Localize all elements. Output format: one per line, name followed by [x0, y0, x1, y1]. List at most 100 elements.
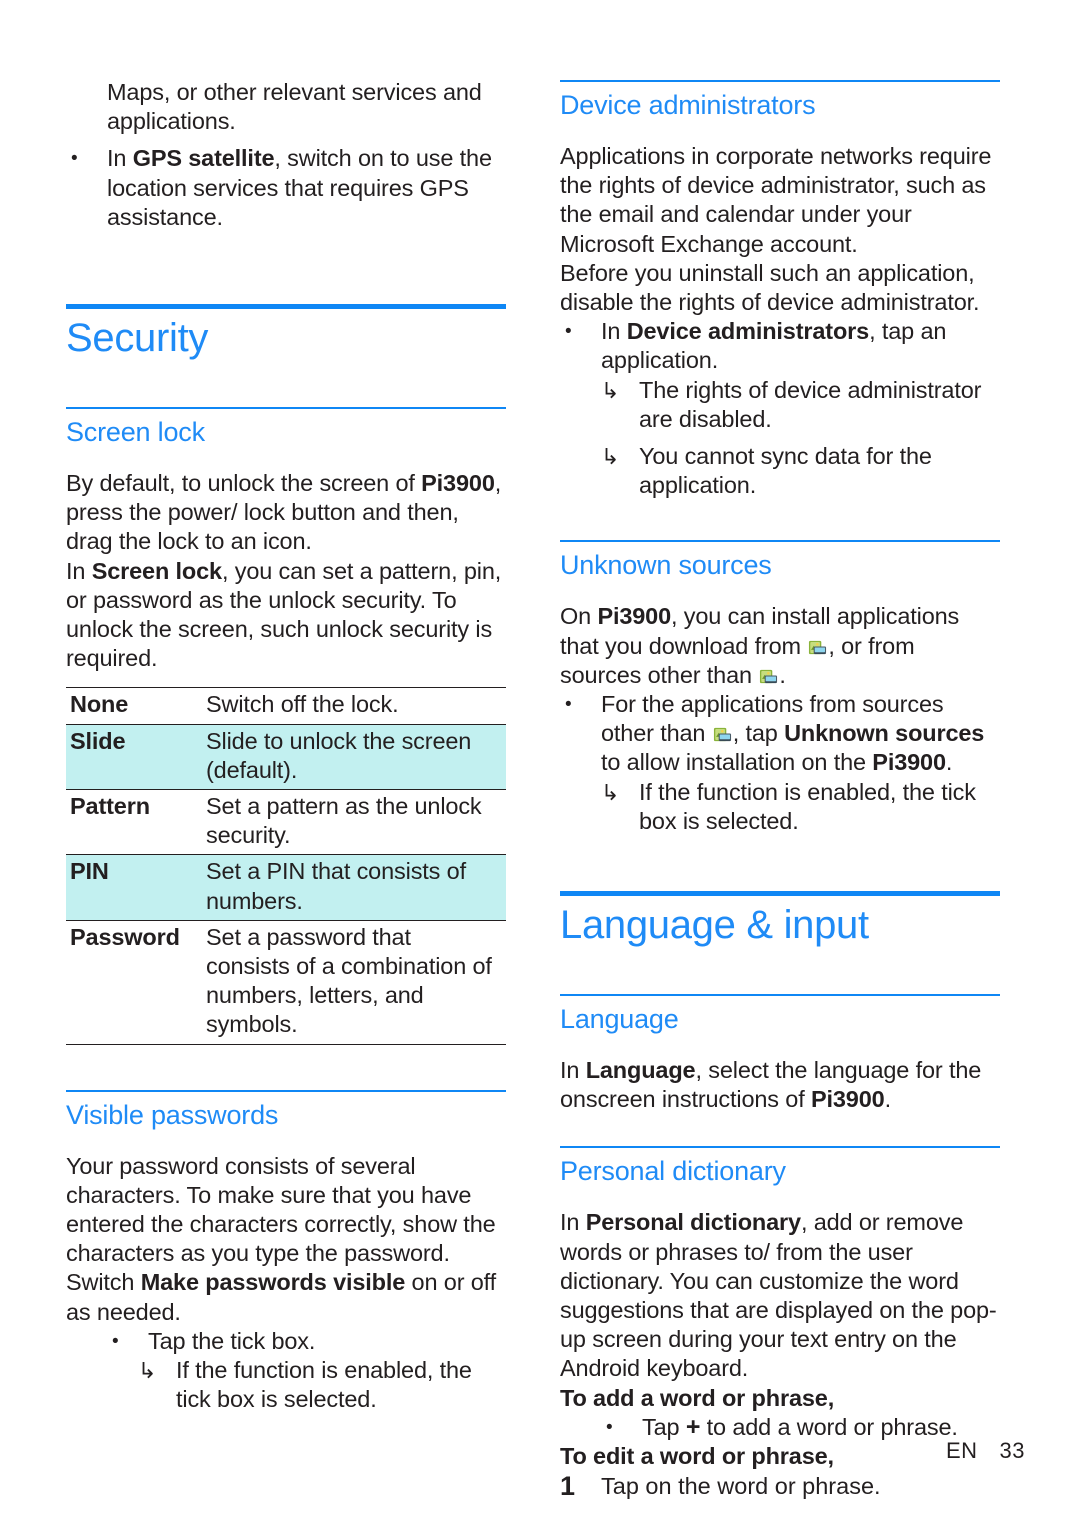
add-prefix: Tap — [642, 1413, 686, 1440]
screen-lock-rule — [66, 407, 506, 410]
bullet-dot-icon: • — [565, 321, 572, 343]
visible-passwords-paragraph: Your password consists of several charac… — [66, 1152, 506, 1327]
table-cell-option: Slide — [66, 723, 200, 790]
footer-language: EN — [945, 1438, 978, 1463]
security-chapter-rule — [66, 304, 506, 310]
personal-dictionary-rule — [560, 1146, 1000, 1149]
left-column: Maps, or other relevant services and app… — [66, 0, 506, 1527]
table-row: None Switch off the lock. — [66, 687, 506, 725]
bullet-dot-icon: • — [112, 1330, 119, 1352]
table-row: PIN Set a PIN that consists of numbers. — [66, 854, 506, 921]
language-input-chapter-rule — [560, 891, 1000, 897]
device-administrators-rule — [560, 80, 1000, 82]
lang-suffix: . — [884, 1086, 892, 1113]
us-b-bold-2: Pi3900 — [872, 749, 946, 776]
unknown-sources-bullet: • For the applications from sources othe… — [560, 690, 1000, 778]
pd-bold: Personal dictionary — [585, 1209, 801, 1236]
table-cell-description: Set a password that consists of a combin… — [200, 919, 506, 1045]
table-cell-description: Slide to unlock the screen (default). — [200, 723, 506, 790]
unknown-sources-heading: Unknown sources — [560, 550, 772, 581]
tick-box-bullet: • Tap the tick box. — [107, 1327, 506, 1356]
sl-p2-bold: Screen lock — [91, 557, 222, 584]
footer-page-number: 33 — [999, 1438, 1025, 1463]
language-rule — [560, 994, 1000, 997]
table-row: Password Set a password that consists of… — [66, 919, 506, 1045]
screen-lock-paragraph-2: In Screen lock, you can set a pattern, p… — [66, 557, 506, 674]
bullet-dot-icon: • — [606, 1416, 613, 1438]
market-store-icon — [759, 664, 778, 683]
device-administrators-paragraph-2: Before you uninstall such an application… — [560, 259, 980, 316]
personal-dictionary-paragraph: In Personal dictionary, add or remove wo… — [560, 1208, 1000, 1383]
tick-box-sub-bullet-text: If the function is enabled, the tick box… — [176, 1357, 472, 1413]
gps-prefix: In — [107, 145, 133, 172]
da-bold: Device administrators — [626, 318, 870, 345]
device-administrators-paragraph-1: Applications in corporate networks requi… — [560, 143, 992, 257]
device-administrators-sub-bullet-2-text: You cannot sync data for the application… — [639, 443, 932, 499]
visible-passwords-rule — [66, 1089, 506, 1092]
add-word-heading: To add a word or phrase, — [560, 1384, 835, 1411]
arrow-hook-icon: ↳ — [138, 1358, 157, 1384]
edit-word-step-1: 1 Tap on the word or phrase. — [560, 1471, 1000, 1501]
right-column: Device administrators Applications in co… — [560, 0, 1000, 1527]
visible-passwords-heading: Visible passwords — [66, 1099, 279, 1130]
edit-word-heading: To edit a word or phrase, — [560, 1443, 834, 1470]
bullet-dot-icon: • — [71, 148, 78, 170]
table-cell-option: Password — [66, 919, 200, 1045]
sl-p2-prefix: In — [66, 557, 92, 584]
unknown-sources-sub-bullet: ↳ If the function is enabled, the tick b… — [601, 778, 1000, 836]
device-administrators-sub-bullet-1-text: The rights of device administrator are d… — [639, 376, 982, 432]
market-store-icon — [808, 635, 827, 654]
table-row: Pattern Set a pattern as the unlock secu… — [66, 789, 506, 855]
arrow-hook-icon: ↳ — [601, 377, 620, 403]
table-cell-option: None — [66, 687, 200, 725]
lang-bold-2: Pi3900 — [810, 1086, 885, 1113]
pd-prefix: In — [560, 1209, 586, 1236]
us-b-text-2: , tap — [732, 720, 785, 747]
add-word-bullet: • Tap + to add a word or phrase. — [601, 1413, 1000, 1442]
tick-box-sub-bullet: ↳ If the function is enabled, the tick b… — [138, 1356, 506, 1414]
empty-marker — [66, 78, 107, 136]
lang-prefix: In — [560, 1057, 586, 1084]
page-footer: EN 33 — [946, 1438, 1025, 1464]
gps-satellite-bullet: • In GPS satellite, switch on to use the… — [66, 144, 506, 232]
personal-dictionary-heading: Personal dictionary — [560, 1156, 786, 1187]
device-administrators-bullet: • In Device administrators, tap an appli… — [560, 317, 1000, 375]
unknown-sources-paragraph: On Pi3900, you can install applications … — [560, 602, 1000, 690]
table-cell-description: Set a PIN that consists of numbers. — [200, 854, 506, 921]
gps-bold-term: GPS satellite — [132, 145, 275, 172]
us-b-text-4: . — [945, 749, 953, 776]
step-number: 1 — [560, 1471, 576, 1502]
unknown-sources-rule — [560, 540, 1000, 543]
plus-icon: + — [685, 1412, 701, 1441]
us-suffix: . — [779, 661, 786, 688]
us-prefix: On — [560, 603, 598, 630]
arrow-hook-icon: ↳ — [601, 444, 620, 470]
us-b-text-3: to allow installation on the — [601, 749, 873, 776]
us-bold: Pi3900 — [597, 603, 672, 630]
two-column-layout: Maps, or other relevant services and app… — [0, 0, 1080, 1527]
screen-lock-heading: Screen lock — [66, 417, 205, 448]
device-administrators-sub-bullet-2: ↳ You cannot sync data for the applicati… — [601, 442, 1000, 500]
bullet-dot-icon: • — [565, 694, 572, 716]
table-cell-option: PIN — [66, 854, 200, 921]
security-chapter-title: Security — [66, 316, 209, 361]
sl-p1-prefix: By default, to unlock the screen of — [66, 470, 422, 497]
gps-satellite-bullet-text: In GPS satellite, switch on to use the l… — [107, 144, 506, 232]
tick-box-bullet-text: Tap the tick box. — [148, 1327, 316, 1354]
language-heading: Language — [560, 1004, 679, 1035]
market-store-icon — [713, 722, 732, 742]
unknown-sources-sub-bullet-text: If the function is enabled, the tick box… — [639, 778, 976, 834]
language-input-chapter-title: Language & input — [560, 903, 869, 948]
us-b-bold: Unknown sources — [784, 720, 985, 747]
arrow-hook-icon: ↳ — [601, 779, 620, 805]
continued-paragraph-row: Maps, or other relevant services and app… — [66, 78, 506, 136]
manual-page: Maps, or other relevant services and app… — [0, 0, 1080, 1527]
vp-bold: Make passwords visible — [140, 1269, 406, 1296]
da-prefix: In — [601, 318, 627, 345]
screen-lock-paragraph-1: By default, to unlock the screen of Pi39… — [66, 469, 506, 557]
table-cell-description: Set a pattern as the unlock security. — [200, 789, 506, 855]
table-cell-description: Switch off the lock. — [200, 687, 506, 725]
edit-word-step-1-text: Tap on the word or phrase. — [601, 1473, 881, 1500]
sl-p1-bold: Pi3900 — [421, 470, 495, 497]
screen-lock-options-table: None Switch off the lock. Slide Slide to… — [66, 687, 506, 1045]
